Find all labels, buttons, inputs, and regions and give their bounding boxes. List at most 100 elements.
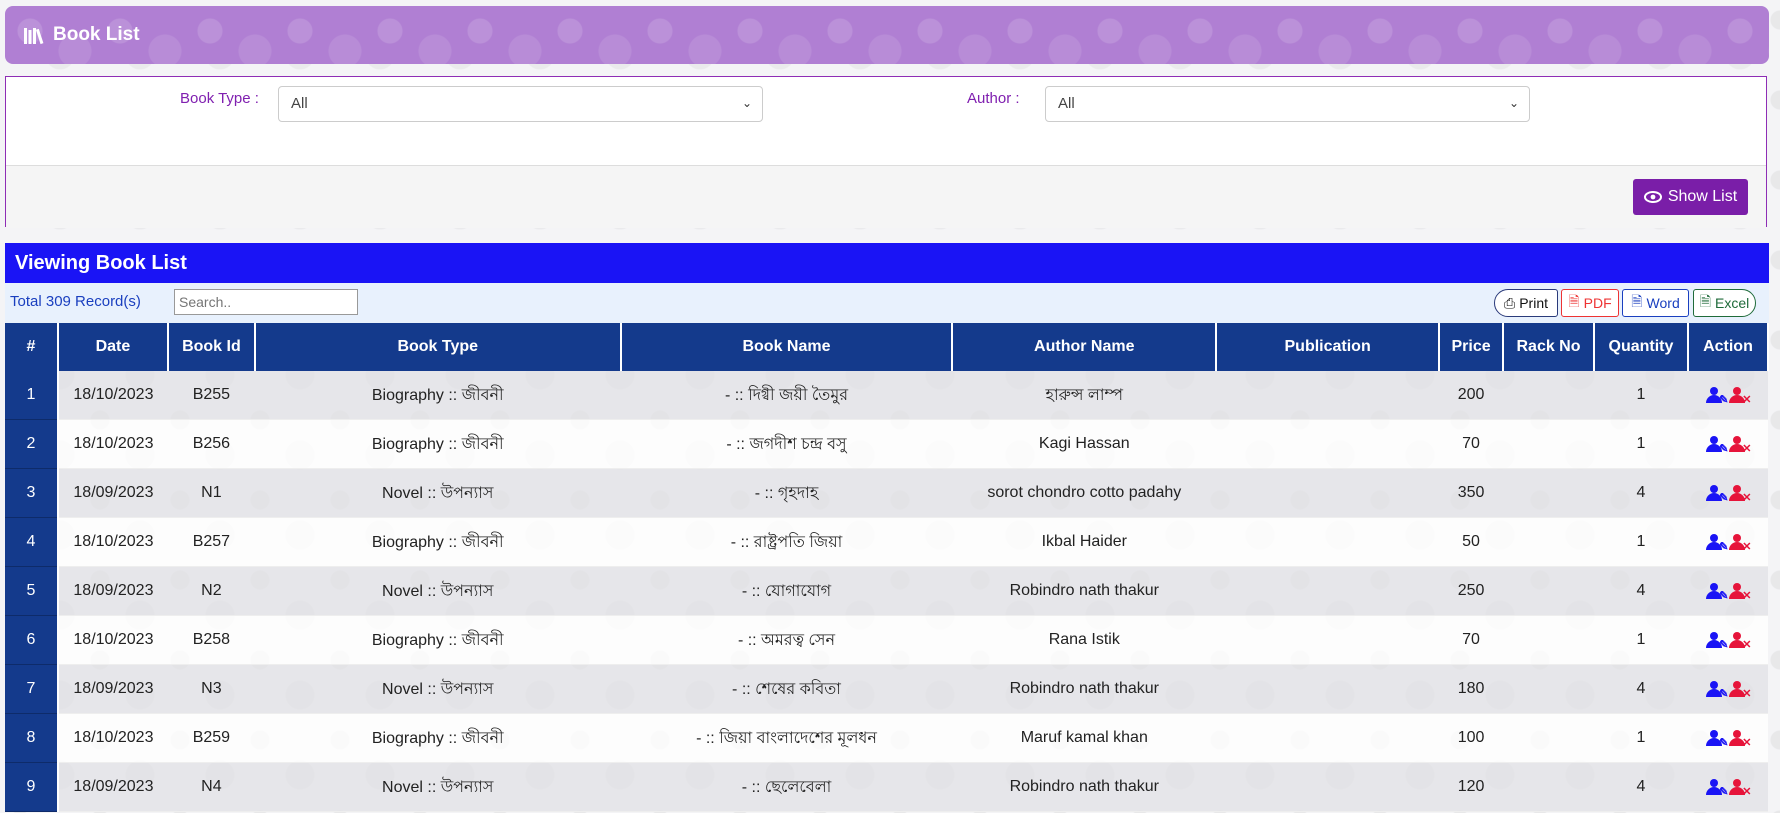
delete-user-icon[interactable]: ✕ [1729,436,1751,455]
cell-rack [1503,371,1594,420]
excel-file-icon: 🗎 [1699,293,1712,309]
edit-user-icon[interactable]: ✎ [1706,485,1728,504]
edit-user-icon[interactable]: ✎ [1706,534,1728,553]
cell-author: sorot chondro cotto padahy [952,468,1217,518]
edit-user-icon[interactable]: ✎ [1706,681,1728,700]
search-input[interactable] [174,289,358,315]
cell-actions: ✎ ✕ [1687,615,1768,665]
edit-user-icon[interactable]: ✎ [1706,436,1728,455]
book-type-select[interactable]: All ⌄ [278,86,763,122]
table-row: 7 18/09/2023 N3 Novel :: উপন্যাস - :: শেষের … [5,664,1768,714]
col-header-date[interactable]: Date [57,323,169,371]
col-header-book-type[interactable]: Book Type [254,323,622,371]
table-row: 1 18/10/2023 B255 Biography :: জীবনী - :: দি… [5,371,1768,420]
delete-user-icon[interactable]: ✕ [1729,485,1751,504]
row-index: 2 [5,419,59,469]
delete-user-icon[interactable]: ✕ [1729,583,1751,602]
print-button[interactable]: ⎙ Print [1494,289,1558,317]
viewing-bar: Viewing Book List [5,243,1769,283]
cell-price: 180 [1439,664,1504,714]
cell-publication [1216,517,1440,567]
delete-user-icon[interactable]: ✕ [1729,730,1751,749]
cell-book-name: - :: গৃহদাহ [620,468,953,518]
cell-price: 350 [1439,468,1504,518]
filter-actions: Show List [6,165,1766,228]
viewing-title: Viewing Book List [15,251,187,274]
cell-price: 50 [1439,517,1504,567]
table-row: 3 18/09/2023 N1 Novel :: উপন্যাস - :: গৃহদাহ… [5,468,1768,518]
author-select[interactable]: All ⌄ [1045,86,1530,122]
cell-rack [1503,664,1594,714]
cell-book-name: - :: অমরত্ব সেন [620,615,953,665]
cell-date: 18/10/2023 [57,615,168,665]
cell-date: 18/10/2023 [57,713,168,763]
book-type-value: All [291,95,308,112]
col-header-book-name[interactable]: Book Name [620,323,954,371]
table-header-row: # Date Book Id Book Type Book Name Autho… [5,323,1770,371]
filter-fields: Book Type : All ⌄ Author : All ⌄ [6,77,1766,165]
cell-quantity: 1 [1593,371,1688,420]
col-header-book-id[interactable]: Book Id [167,323,256,371]
col-header-quantity[interactable]: Quantity [1593,323,1689,371]
author-value: All [1058,95,1075,112]
eye-icon [1643,191,1662,203]
cell-book-type: Biography :: জীবনী [254,713,621,763]
cell-publication [1216,664,1440,714]
printer-icon: ⎙ [1504,294,1516,311]
cell-publication [1216,615,1440,665]
excel-button[interactable]: 🗎 Excel [1693,289,1756,317]
cell-book-name: - :: দিগ্বী জয়ী তৈমুর [620,371,953,420]
delete-user-icon[interactable]: ✕ [1729,387,1751,406]
cell-publication [1216,762,1440,812]
show-list-button[interactable]: Show List [1633,179,1748,215]
word-label: Word [1646,295,1680,311]
col-header-publication[interactable]: Publication [1216,323,1441,371]
cell-rack [1503,419,1594,469]
pdf-button[interactable]: 🗎 PDF [1561,289,1619,317]
edit-user-icon[interactable]: ✎ [1706,779,1728,798]
cell-date: 18/10/2023 [57,517,168,567]
cell-rack [1503,615,1594,665]
col-header-index[interactable]: # [5,323,59,371]
row-index: 9 [5,762,59,812]
col-header-price[interactable]: Price [1439,323,1505,371]
delete-user-icon[interactable]: ✕ [1729,632,1751,651]
cell-actions: ✎ ✕ [1687,517,1768,567]
cell-author: Rana Istik [952,615,1217,665]
cell-rack [1503,517,1594,567]
row-index: 5 [5,566,59,616]
word-button[interactable]: 🗎 Word [1622,289,1689,317]
cell-quantity: 4 [1593,762,1688,812]
cell-date: 18/09/2023 [57,468,168,518]
edit-user-icon[interactable]: ✎ [1706,730,1728,749]
edit-user-icon[interactable]: ✎ [1706,387,1728,406]
cell-book-type: Novel :: উপন্যাস [254,566,621,616]
col-header-author[interactable]: Author Name [952,323,1218,371]
cell-author: Robindro nath thakur [952,566,1217,616]
cell-actions: ✎ ✕ [1687,762,1768,812]
edit-user-icon[interactable]: ✎ [1706,632,1728,651]
cell-price: 250 [1439,566,1504,616]
cell-publication [1216,371,1440,420]
filter-panel: Book Type : All ⌄ Author : All ⌄ Show Li… [5,76,1767,228]
cell-book-type: Biography :: জীবনী [254,517,621,567]
table-row: 6 18/10/2023 B258 Biography :: জীবনী - :: অম… [5,615,1768,665]
cell-date: 18/09/2023 [57,664,168,714]
row-index: 8 [5,713,59,763]
delete-user-icon[interactable]: ✕ [1729,681,1751,700]
cell-quantity: 1 [1593,419,1688,469]
pdf-label: PDF [1583,295,1612,311]
cell-author: Robindro nath thakur [952,664,1217,714]
col-header-rack[interactable]: Rack No [1503,323,1595,371]
cell-book-name: - :: যোগাযোগ [620,566,953,616]
table-row: 5 18/09/2023 N2 Novel :: উপন্যাস - :: যোগাযো… [5,566,1768,616]
cell-book-name: - :: শেষের কবিতা [620,664,953,714]
library-icon [23,25,47,45]
edit-user-icon[interactable]: ✎ [1706,583,1728,602]
cell-price: 70 [1439,419,1504,469]
cell-author: Robindro nath thakur [952,762,1217,812]
cell-book-id: N3 [167,664,255,714]
delete-user-icon[interactable]: ✕ [1729,534,1751,553]
cell-book-type: Novel :: উপন্যাস [254,664,621,714]
delete-user-icon[interactable]: ✕ [1729,779,1751,798]
